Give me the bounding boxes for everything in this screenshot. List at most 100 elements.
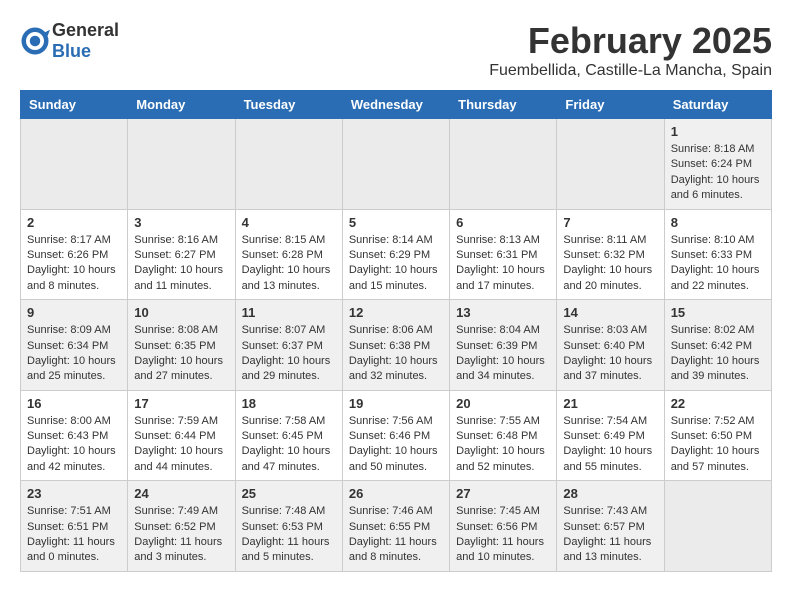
calendar-cell: 13Sunrise: 8:04 AM Sunset: 6:39 PM Dayli… xyxy=(450,300,557,391)
day-info: Sunrise: 8:07 AM Sunset: 6:37 PM Dayligh… xyxy=(242,323,336,385)
logo: General Blue xyxy=(20,20,119,62)
calendar-cell xyxy=(128,119,235,210)
day-number: 9 xyxy=(27,305,121,320)
day-number: 13 xyxy=(456,305,550,320)
day-info: Sunrise: 8:11 AM Sunset: 6:32 PM Dayligh… xyxy=(563,233,657,295)
calendar-cell: 17Sunrise: 7:59 AM Sunset: 6:44 PM Dayli… xyxy=(128,390,235,481)
weekday-header-saturday: Saturday xyxy=(664,91,771,119)
day-number: 24 xyxy=(134,486,228,501)
day-number: 26 xyxy=(349,486,443,501)
day-number: 5 xyxy=(349,215,443,230)
calendar-cell: 4 Sunrise: 8:15 AM Sunset: 6:28 PM Daylig… xyxy=(235,209,342,300)
day-info: Sunrise: 8:03 AM Sunset: 6:40 PM Dayligh… xyxy=(563,323,657,385)
day-number: 16 xyxy=(27,396,121,411)
calendar-cell: 19 Sunrise: 7:56 AM Sunset: 6:46 PM Dayli… xyxy=(342,390,449,481)
page-header: General Blue February 2025 Fuembellida, … xyxy=(20,20,772,80)
calendar-cell: 15 Sunrise: 8:02 AM Sunset: 6:42 PM Dayli… xyxy=(664,300,771,391)
weekday-header-monday: Monday xyxy=(128,91,235,119)
day-info: Sunrise: 7:54 AM Sunset: 6:49 PM Dayligh… xyxy=(563,414,657,476)
weekday-header-thursday: Thursday xyxy=(450,91,557,119)
day-number: 15 xyxy=(671,305,765,320)
calendar-cell: 21Sunrise: 7:54 AM Sunset: 6:49 PM Dayli… xyxy=(557,390,664,481)
calendar-cell: 18 Sunrise: 7:58 AM Sunset: 6:45 PM Dayli… xyxy=(235,390,342,481)
day-info: Sunrise: 7:51 AM Sunset: 6:51 PM Dayligh… xyxy=(27,504,121,566)
calendar-table: SundayMondayTuesdayWednesdayThursdayFrid… xyxy=(20,90,772,572)
calendar-cell: 14Sunrise: 8:03 AM Sunset: 6:40 PM Dayli… xyxy=(557,300,664,391)
day-info: Sunrise: 8:02 AM Sunset: 6:42 PM Dayligh… xyxy=(671,323,765,385)
day-number: 6 xyxy=(456,215,550,230)
day-info: Sunrise: 8:10 AM Sunset: 6:33 PM Dayligh… xyxy=(671,233,765,295)
day-info: Sunrise: 8:14 AM Sunset: 6:29 PM Dayligh… xyxy=(349,233,443,295)
day-info: Sunrise: 7:43 AM Sunset: 6:57 PM Dayligh… xyxy=(563,504,657,566)
day-number: 27 xyxy=(456,486,550,501)
calendar-cell xyxy=(664,481,771,572)
day-number: 4 xyxy=(242,215,336,230)
calendar-cell: 28 Sunrise: 7:43 AM Sunset: 6:57 PM Dayli… xyxy=(557,481,664,572)
day-info: Sunrise: 7:56 AM Sunset: 6:46 PM Dayligh… xyxy=(349,414,443,476)
calendar-week-row: 16 Sunrise: 8:00 AM Sunset: 6:43 PM Dayli… xyxy=(21,390,772,481)
weekday-header-sunday: Sunday xyxy=(21,91,128,119)
day-info: Sunrise: 8:17 AM Sunset: 6:26 PM Dayligh… xyxy=(27,233,121,295)
calendar-cell: 5 Sunrise: 8:14 AM Sunset: 6:29 PM Daylig… xyxy=(342,209,449,300)
calendar-cell xyxy=(450,119,557,210)
calendar-cell xyxy=(557,119,664,210)
day-number: 19 xyxy=(349,396,443,411)
calendar-week-row: 23 Sunrise: 7:51 AM Sunset: 6:51 PM Dayli… xyxy=(21,481,772,572)
day-info: Sunrise: 7:46 AM Sunset: 6:55 PM Dayligh… xyxy=(349,504,443,566)
day-info: Sunrise: 8:09 AM Sunset: 6:34 PM Dayligh… xyxy=(27,323,121,385)
weekday-header-row: SundayMondayTuesdayWednesdayThursdayFrid… xyxy=(21,91,772,119)
day-info: Sunrise: 8:08 AM Sunset: 6:35 PM Dayligh… xyxy=(134,323,228,385)
day-number: 7 xyxy=(563,215,657,230)
month-title: February 2025 xyxy=(489,20,772,62)
calendar-cell xyxy=(342,119,449,210)
calendar-week-row: 1Sunrise: 8:18 AM Sunset: 6:24 PM Daylig… xyxy=(21,119,772,210)
day-info: Sunrise: 7:58 AM Sunset: 6:45 PM Dayligh… xyxy=(242,414,336,476)
weekday-header-friday: Friday xyxy=(557,91,664,119)
calendar-cell: 24 Sunrise: 7:49 AM Sunset: 6:52 PM Dayli… xyxy=(128,481,235,572)
weekday-header-tuesday: Tuesday xyxy=(235,91,342,119)
day-number: 10 xyxy=(134,305,228,320)
day-number: 20 xyxy=(456,396,550,411)
logo-general: General xyxy=(52,20,119,40)
day-info: Sunrise: 7:52 AM Sunset: 6:50 PM Dayligh… xyxy=(671,414,765,476)
day-number: 11 xyxy=(242,305,336,320)
calendar-cell: 11 Sunrise: 8:07 AM Sunset: 6:37 PM Dayli… xyxy=(235,300,342,391)
day-number: 3 xyxy=(134,215,228,230)
calendar-cell: 2 Sunrise: 8:17 AM Sunset: 6:26 PM Daylig… xyxy=(21,209,128,300)
calendar-cell: 7 Sunrise: 8:11 AM Sunset: 6:32 PM Daylig… xyxy=(557,209,664,300)
calendar-cell: 1Sunrise: 8:18 AM Sunset: 6:24 PM Daylig… xyxy=(664,119,771,210)
calendar-cell: 8 Sunrise: 8:10 AM Sunset: 6:33 PM Daylig… xyxy=(664,209,771,300)
day-info: Sunrise: 7:48 AM Sunset: 6:53 PM Dayligh… xyxy=(242,504,336,566)
day-number: 8 xyxy=(671,215,765,230)
day-number: 2 xyxy=(27,215,121,230)
calendar-cell: 22 Sunrise: 7:52 AM Sunset: 6:50 PM Dayli… xyxy=(664,390,771,481)
day-info: Sunrise: 7:49 AM Sunset: 6:52 PM Dayligh… xyxy=(134,504,228,566)
location-subtitle: Fuembellida, Castille-La Mancha, Spain xyxy=(489,62,772,80)
day-number: 22 xyxy=(671,396,765,411)
day-info: Sunrise: 8:06 AM Sunset: 6:38 PM Dayligh… xyxy=(349,323,443,385)
day-number: 17 xyxy=(134,396,228,411)
calendar-cell xyxy=(21,119,128,210)
calendar-cell: 12 Sunrise: 8:06 AM Sunset: 6:38 PM Dayli… xyxy=(342,300,449,391)
day-info: Sunrise: 8:00 AM Sunset: 6:43 PM Dayligh… xyxy=(27,414,121,476)
calendar-cell: 9 Sunrise: 8:09 AM Sunset: 6:34 PM Daylig… xyxy=(21,300,128,391)
day-number: 18 xyxy=(242,396,336,411)
calendar-cell: 3 Sunrise: 8:16 AM Sunset: 6:27 PM Daylig… xyxy=(128,209,235,300)
calendar-cell: 16 Sunrise: 8:00 AM Sunset: 6:43 PM Dayli… xyxy=(21,390,128,481)
calendar-cell: 27Sunrise: 7:45 AM Sunset: 6:56 PM Dayli… xyxy=(450,481,557,572)
day-info: Sunrise: 7:55 AM Sunset: 6:48 PM Dayligh… xyxy=(456,414,550,476)
day-number: 28 xyxy=(563,486,657,501)
calendar-cell: 6 Sunrise: 8:13 AM Sunset: 6:31 PM Daylig… xyxy=(450,209,557,300)
day-number: 12 xyxy=(349,305,443,320)
day-number: 25 xyxy=(242,486,336,501)
day-number: 23 xyxy=(27,486,121,501)
day-info: Sunrise: 8:15 AM Sunset: 6:28 PM Dayligh… xyxy=(242,233,336,295)
day-info: Sunrise: 8:13 AM Sunset: 6:31 PM Dayligh… xyxy=(456,233,550,295)
calendar-week-row: 2 Sunrise: 8:17 AM Sunset: 6:26 PM Daylig… xyxy=(21,209,772,300)
calendar-cell: 25 Sunrise: 7:48 AM Sunset: 6:53 PM Dayli… xyxy=(235,481,342,572)
calendar-cell: 26 Sunrise: 7:46 AM Sunset: 6:55 PM Dayli… xyxy=(342,481,449,572)
calendar-cell xyxy=(235,119,342,210)
title-area: February 2025 Fuembellida, Castille-La M… xyxy=(489,20,772,80)
weekday-header-wednesday: Wednesday xyxy=(342,91,449,119)
day-info: Sunrise: 8:16 AM Sunset: 6:27 PM Dayligh… xyxy=(134,233,228,295)
